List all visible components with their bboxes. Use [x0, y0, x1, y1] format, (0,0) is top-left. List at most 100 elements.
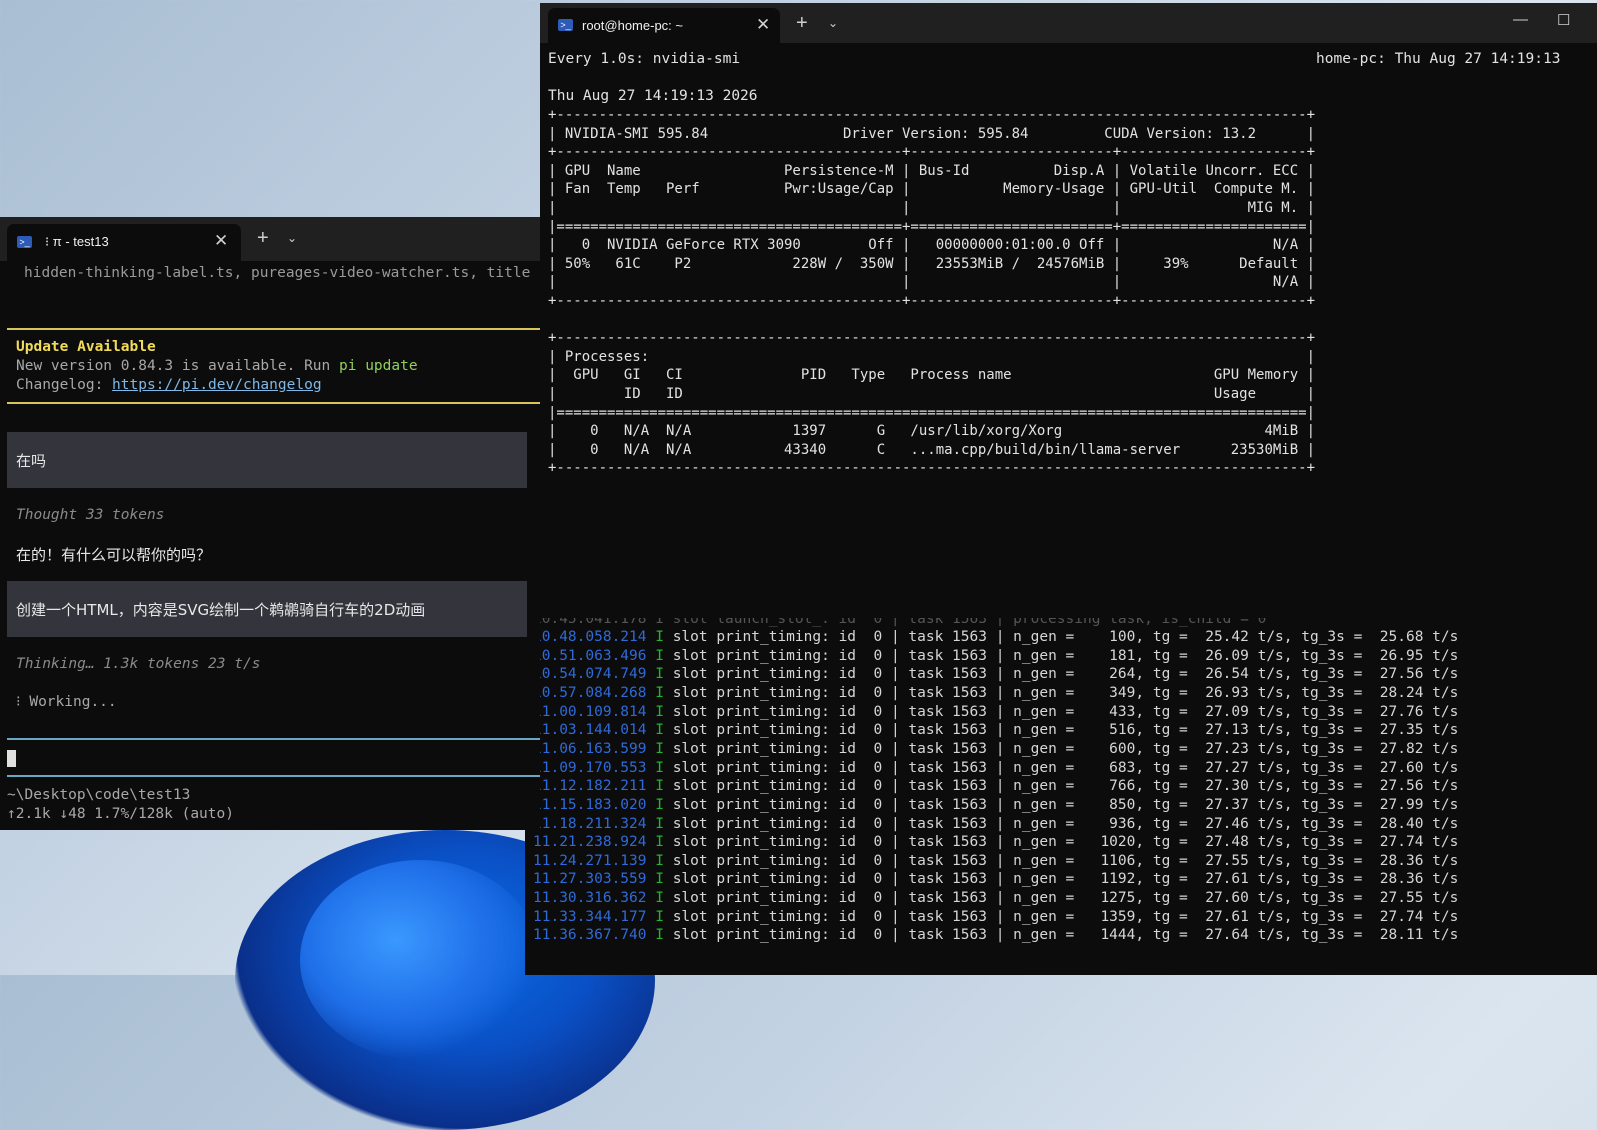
smi-table-line: | NVIDIA-SMI 595.84 Driver Version: 595.… — [548, 125, 1316, 142]
nvidia-smi-window[interactable]: >_ root@home-pc: ~ ✕ + ⌄ — ☐ Every 1.0s:… — [540, 3, 1597, 618]
smi-table-line: +---------------------------------------… — [548, 144, 1316, 161]
log-timestamp: 10.48.058.214 — [533, 629, 647, 645]
log-message: slot print_timing: id 0 | task 1563 | n_… — [663, 852, 1459, 869]
tab-root-home-pc[interactable]: >_ root@home-pc: ~ ✕ — [548, 8, 780, 43]
pi-terminal-window[interactable]: >_ ⁝ π - test13 ✕ + ⌄ hidden-thinking-la… — [0, 217, 540, 830]
log-message: slot print_timing: id 0 | task 1563 | n_… — [663, 927, 1459, 944]
log-message: slot print_timing: id 0 | task 1563 | n_… — [663, 740, 1459, 757]
minimize-icon[interactable]: — — [1513, 11, 1528, 28]
thinking-status: Thinking… 1.3k tokens 23 t/s — [16, 656, 261, 672]
user-message-1-text: 在吗 — [16, 452, 47, 470]
powershell-icon: >_ — [17, 236, 32, 248]
smi-table-line: | GPU Name Persistence-M | Bus-Id Disp.A… — [548, 162, 1316, 179]
log-timestamp: 11.03.144.014 — [533, 722, 647, 739]
thought-label: Thought 33 tokens — [16, 507, 165, 523]
tab-pi-test13[interactable]: >_ ⁝ π - test13 ✕ — [7, 224, 241, 261]
smi-table-line: | GPU GI CI PID Type Process name GPU Me… — [548, 367, 1316, 384]
user-message-2-text: 创建一个HTML，内容是SVG绘制一个鹈鹕骑自行车的2D动画 — [16, 601, 426, 619]
log-message: slot print_timing: id 0 | task 1563 | n_… — [663, 684, 1459, 701]
update-heading: Update Available — [16, 339, 156, 355]
log-level: I — [646, 629, 664, 645]
log-level: I — [646, 647, 664, 664]
close-icon[interactable]: ✕ — [756, 15, 770, 35]
tab-bar: >_ ⁝ π - test13 ✕ + ⌄ — [0, 217, 540, 261]
log-message: slot print_timing: id 0 | task 1563 | n_… — [663, 796, 1459, 813]
log-message: slot print_timing: id 0 | task 1563 | n_… — [663, 871, 1459, 888]
close-icon[interactable]: ✕ — [214, 231, 228, 251]
log-line: 11.24.271.139 I slot print_timing: id 0 … — [533, 852, 1458, 871]
log-message: slot print_timing: id 0 | task 1563 | n_… — [663, 666, 1459, 683]
tab-dropdown-chevron-icon[interactable]: ⌄ — [287, 231, 297, 245]
log-timestamp: 11.21.238.924 — [533, 834, 647, 851]
log-line: 11.21.238.924 I slot print_timing: id 0 … — [533, 833, 1458, 852]
log-line: 11.33.344.177 I slot print_timing: id 0 … — [533, 908, 1458, 927]
working-status: ⁝ Working... — [16, 694, 117, 710]
tab-bar: >_ root@home-pc: ~ ✕ + ⌄ — ☐ — [540, 3, 1597, 43]
log-timestamp: 11.18.211.324 — [533, 815, 647, 832]
smi-table-line: | 0 N/A N/A 1397 G /usr/lib/xorg/Xorg 4M… — [548, 423, 1316, 440]
new-tab-plus-icon[interactable]: + — [257, 227, 269, 250]
log-timestamp: 11.27.303.559 — [533, 871, 647, 888]
update-top-rule — [7, 328, 540, 330]
maximize-icon[interactable]: ☐ — [1557, 11, 1570, 29]
log-timestamp: 11.33.344.177 — [533, 908, 647, 925]
log-message: slot print_timing: id 0 | task 1563 | n_… — [663, 815, 1459, 832]
file-list-text: hidden-thinking-label.ts, pureages-video… — [24, 265, 531, 281]
log-level: I — [646, 778, 664, 795]
smi-table-line: |=======================================… — [548, 218, 1316, 235]
log-message: slot print_timing: id 0 | task 1563 | n_… — [663, 908, 1459, 925]
smi-table-line: | | | MIG M. | — [548, 200, 1316, 216]
log-level: I — [646, 927, 664, 944]
log-line: 10.54.074.749 I slot print_timing: id 0 … — [533, 665, 1458, 684]
log-line: 11.30.316.362 I slot print_timing: id 0 … — [533, 889, 1458, 908]
assistant-reply-1: 在的！有什么可以帮你的吗？ — [16, 546, 212, 564]
update-bottom-rule — [7, 402, 540, 404]
log-timestamp: 10.54.074.749 — [533, 666, 647, 683]
smi-table-line: +---------------------------------------… — [548, 330, 1316, 347]
log-level: I — [646, 815, 664, 832]
update-line-1: New version 0.84.3 is available. Run pi … — [16, 358, 418, 374]
tab-dropdown-chevron-icon[interactable]: ⌄ — [828, 16, 838, 30]
input-top-rule — [7, 738, 540, 740]
wallpaper-bloom-highlight — [300, 860, 540, 1060]
log-timestamp: 11.00.109.814 — [533, 703, 647, 720]
log-message: slot print_timing: id 0 | task 1563 | n_… — [663, 890, 1459, 907]
log-line: 11.06.163.599 I slot print_timing: id 0 … — [533, 740, 1458, 759]
smi-table-line: | | | N/A | — [548, 274, 1316, 291]
log-level: I — [646, 722, 664, 739]
log-line: 11.15.183.020 I slot print_timing: id 0 … — [533, 796, 1458, 815]
log-line: 11.18.211.324 I slot print_timing: id 0 … — [533, 815, 1458, 834]
log-timestamp: 11.15.183.020 — [533, 796, 647, 813]
watch-host-time: home-pc: Thu Aug 27 14:19:13 — [1316, 51, 1561, 67]
update-line-1-prefix: New version 0.84.3 is available. Run — [16, 358, 340, 374]
update-line-2: Changelog: https://pi.dev/changelog — [16, 377, 322, 393]
log-timestamp: 11.24.271.139 — [533, 852, 647, 869]
log-timestamp: 11.12.182.211 — [533, 778, 647, 795]
log-level: I — [646, 834, 664, 851]
log-level: I — [646, 852, 664, 869]
log-line: 11.09.170.553 I slot print_timing: id 0 … — [533, 759, 1458, 778]
log-timestamp: 11.36.367.740 — [533, 927, 647, 944]
smi-table-line: | 50% 61C P2 228W / 350W | 23553MiB / 24… — [548, 255, 1316, 272]
powershell-icon: >_ — [558, 19, 573, 31]
log-line: 10.48.058.214 I slot print_timing: id 0 … — [533, 628, 1458, 647]
log-line: 11.36.367.740 I slot print_timing: id 0 … — [533, 926, 1458, 945]
log-message: slot print_timing: id 0 | task 1563 | n_… — [663, 778, 1459, 795]
log-level: I — [646, 666, 664, 683]
watch-header: Every 1.0s: nvidia-smi — [548, 51, 741, 67]
smi-table-line: +---------------------------------------… — [548, 107, 1316, 123]
log-level: I — [646, 890, 664, 907]
new-tab-plus-icon[interactable]: + — [796, 12, 808, 35]
changelog-link[interactable]: https://pi.dev/changelog — [112, 377, 322, 393]
log-timestamp: 10.51.063.496 — [533, 647, 647, 664]
log-line: 10.51.063.496 I slot print_timing: id 0 … — [533, 647, 1458, 666]
input-cursor[interactable] — [7, 750, 16, 767]
log-line: 11.12.182.211 I slot print_timing: id 0 … — [533, 777, 1458, 796]
smi-table-line: | Processes: | — [548, 348, 1316, 365]
log-level: I — [646, 871, 664, 888]
smi-table-line: | Fan Temp Perf Pwr:Usage/Cap | Memory-U… — [548, 181, 1316, 198]
log-level: I — [646, 796, 664, 813]
log-line: 10.57.084.268 I slot print_timing: id 0 … — [533, 684, 1458, 703]
smi-table-line: | 0 NVIDIA GeForce RTX 3090 Off | 000000… — [548, 237, 1316, 254]
log-line: 11.03.144.014 I slot print_timing: id 0 … — [533, 721, 1458, 740]
